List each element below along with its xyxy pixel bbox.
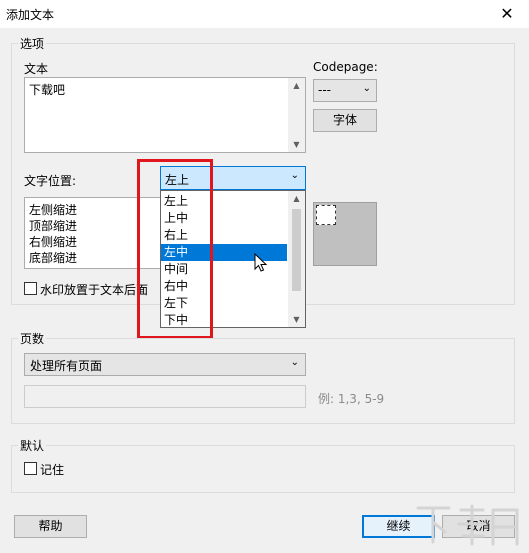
remember-checkbox[interactable] (24, 462, 37, 475)
scroll-down-icon[interactable]: ▼ (288, 315, 305, 324)
list-item[interactable]: 右侧缩进 (29, 234, 77, 250)
remember-label: 记住 (40, 463, 65, 477)
scroll-down-icon[interactable]: ▼ (288, 140, 305, 149)
list-item[interactable]: 顶部缩进 (29, 218, 77, 234)
chevron-down-icon: ⌄ (290, 170, 299, 181)
font-button[interactable]: 字体 (313, 109, 377, 132)
codepage-label: Codepage: (313, 60, 378, 74)
list-item[interactable]: 底部缩进 (29, 250, 77, 266)
page-range-input[interactable] (24, 385, 306, 408)
scroll-thumb[interactable] (292, 209, 301, 291)
mouse-cursor-icon (254, 253, 268, 272)
page-mode-value: 处理所有页面 (30, 359, 103, 373)
default-group (11, 445, 515, 493)
scroll-up-icon[interactable]: ▲ (288, 81, 305, 90)
pages-group-label: 页数 (18, 330, 47, 347)
position-preview (313, 202, 377, 266)
text-input-scrollbar[interactable]: ▲ ▼ (288, 78, 305, 152)
site-watermark-logo (416, 504, 519, 546)
annotation-highlight-box (137, 159, 213, 339)
preview-marker (316, 205, 336, 225)
page-range-hint: 例: 1,3, 5-9 (318, 392, 385, 406)
title-bar (0, 0, 529, 28)
window-title: 添加文本 (6, 8, 55, 22)
default-group-label: 默认 (18, 437, 47, 454)
page-mode-select[interactable]: 处理所有页面 ⌄ (24, 353, 306, 376)
position-label: 文字位置: (24, 174, 77, 188)
text-input-value: 下载吧 (29, 83, 66, 97)
help-button[interactable]: 帮助 (14, 515, 87, 538)
codepage-select[interactable]: --- ⌄ (313, 79, 377, 102)
close-icon: ✕ (500, 4, 514, 23)
chevron-down-icon: ⌄ (290, 357, 299, 368)
scroll-up-icon[interactable]: ▲ (288, 194, 305, 203)
codepage-value: --- (318, 83, 331, 97)
dropdown-scrollbar[interactable]: ▲ ▼ (288, 191, 305, 327)
chevron-down-icon: ⌄ (362, 83, 371, 94)
close-button[interactable]: ✕ (495, 3, 519, 25)
list-item[interactable]: 左侧缩进 (29, 202, 77, 218)
watermark-behind-checkbox[interactable] (24, 282, 37, 295)
pages-group (11, 338, 515, 424)
watermark-behind-label: 水印放置于文本后面 (40, 283, 149, 297)
text-label: 文本 (24, 62, 49, 76)
text-input[interactable]: 下载吧 ▲ ▼ (24, 77, 306, 153)
options-group-label: 选项 (18, 35, 47, 52)
